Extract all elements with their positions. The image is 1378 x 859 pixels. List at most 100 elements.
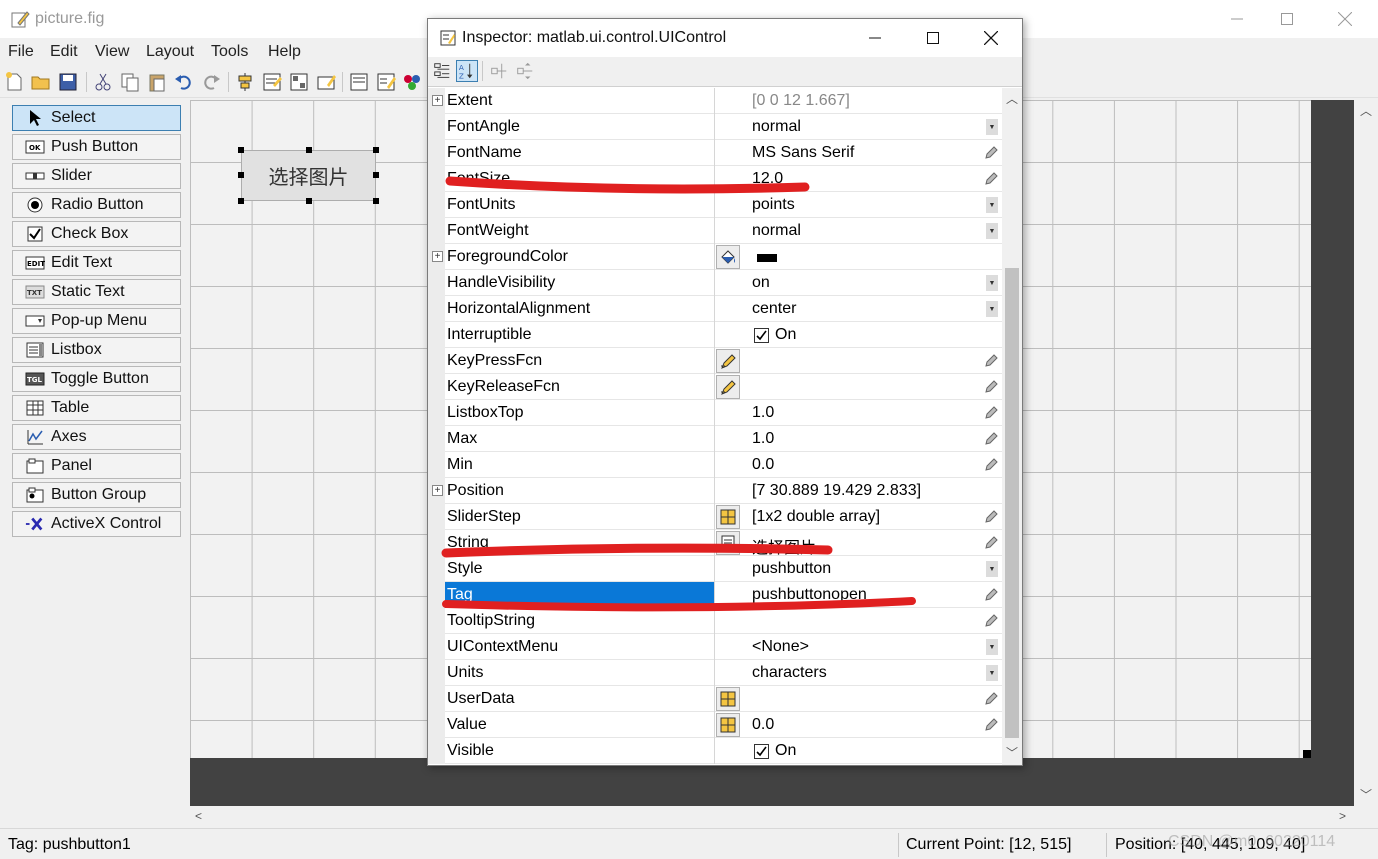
menu-editor-icon[interactable]	[261, 71, 283, 93]
property-row-fontsize[interactable]: FontSize 12.0	[428, 166, 1002, 192]
property-value[interactable]: [0 0 12 1.667]	[752, 92, 982, 110]
palette-check-box[interactable]: Check Box	[12, 221, 181, 247]
selection-handle[interactable]	[306, 147, 312, 153]
palette-button-group[interactable]: Button Group	[12, 482, 181, 508]
scroll-right-icon[interactable]: >	[1339, 809, 1346, 823]
callback-pencil-icon[interactable]	[716, 349, 740, 373]
selection-handle[interactable]	[306, 198, 312, 204]
property-row-extent[interactable]: + Extent [0 0 12 1.667]	[428, 88, 1002, 114]
palette-panel[interactable]: Panel	[12, 453, 181, 479]
palette-listbox[interactable]: Listbox	[12, 337, 181, 363]
property-value[interactable]: center	[752, 300, 982, 318]
open-folder-icon[interactable]	[30, 71, 52, 93]
dropdown-arrow-icon[interactable]: ▼	[986, 275, 998, 291]
property-value[interactable]: 1.0	[752, 404, 982, 422]
menu-view[interactable]: View	[95, 43, 129, 61]
canvas-push-button[interactable]: 选择图片	[241, 150, 376, 201]
property-row-style[interactable]: Style pushbutton ▼	[428, 556, 1002, 582]
inspector-minimize-button[interactable]	[852, 19, 898, 57]
toolbar-editor-icon[interactable]	[315, 71, 337, 93]
menu-edit[interactable]: Edit	[50, 43, 78, 61]
palette-static-text[interactable]: TXT Static Text	[12, 279, 181, 305]
scroll-down-icon[interactable]: ﹀	[1360, 786, 1372, 803]
edit-pencil-icon[interactable]	[985, 146, 998, 159]
property-row-max[interactable]: Max 1.0	[428, 426, 1002, 452]
property-row-min[interactable]: Min 0.0	[428, 452, 1002, 478]
scroll-up-icon[interactable]: ︿	[1006, 90, 1018, 107]
palette-edit-text[interactable]: EDIT Edit Text	[12, 250, 181, 276]
property-row-fontunits[interactable]: FontUnits points ▼	[428, 192, 1002, 218]
property-row-keyreleasefcn[interactable]: KeyReleaseFcn	[428, 374, 1002, 400]
property-checkbox[interactable]	[754, 328, 769, 343]
copy-icon[interactable]	[119, 71, 141, 93]
edit-pencil-icon[interactable]	[985, 380, 998, 393]
new-file-icon[interactable]	[3, 71, 25, 93]
editor-icon[interactable]	[348, 71, 370, 93]
property-value[interactable]: pushbuttonopen	[752, 586, 982, 604]
selection-handle[interactable]	[373, 198, 379, 204]
property-row-horizontalalignment[interactable]: HorizontalAlignment center ▼	[428, 296, 1002, 322]
selection-handle[interactable]	[373, 147, 379, 153]
undo-icon[interactable]	[173, 71, 195, 93]
cut-icon[interactable]	[92, 71, 114, 93]
tab-order-editor-icon[interactable]	[288, 71, 310, 93]
align-objects-icon[interactable]	[234, 71, 256, 93]
scroll-up-icon[interactable]: ︿	[1360, 102, 1372, 119]
property-value[interactable]: MS Sans Serif	[752, 144, 982, 162]
edit-pencil-icon[interactable]	[985, 354, 998, 367]
property-row-fontname[interactable]: FontName MS Sans Serif	[428, 140, 1002, 166]
property-value[interactable]: [1x2 double array]	[752, 508, 982, 526]
expand-plus-icon[interactable]: +	[432, 251, 443, 262]
selection-handle[interactable]	[238, 198, 244, 204]
edit-pencil-icon[interactable]	[985, 172, 998, 185]
property-value[interactable]: characters	[752, 664, 982, 682]
palette-axes[interactable]: Axes	[12, 424, 181, 450]
dropdown-arrow-icon[interactable]: ▼	[986, 639, 998, 655]
scroll-left-icon[interactable]: <	[195, 809, 202, 823]
property-row-keypressfcn[interactable]: KeyPressFcn	[428, 348, 1002, 374]
edit-pencil-icon[interactable]	[985, 510, 998, 523]
palette-table[interactable]: Table	[12, 395, 181, 421]
property-row-sliderstep[interactable]: SliderStep [1x2 double array]	[428, 504, 1002, 530]
property-row-string[interactable]: String 选择图片	[428, 530, 1002, 557]
sort-alphabetical-icon[interactable]: AZ	[456, 60, 478, 82]
menu-help[interactable]: Help	[268, 43, 301, 61]
menu-layout[interactable]: Layout	[146, 43, 194, 61]
paint-bucket-icon[interactable]	[716, 245, 740, 269]
dropdown-arrow-icon[interactable]: ▼	[986, 665, 998, 681]
expand-plus-icon[interactable]: +	[432, 485, 443, 496]
dropdown-arrow-icon[interactable]: ▼	[986, 301, 998, 317]
property-row-visible[interactable]: Visible On	[428, 738, 1002, 764]
close-button[interactable]	[1322, 0, 1368, 38]
dropdown-arrow-icon[interactable]: ▼	[986, 197, 998, 213]
minimize-button[interactable]	[1214, 0, 1260, 38]
palette-push-button[interactable]: OK Push Button	[12, 134, 181, 160]
property-row-position[interactable]: + Position [7 30.889 19.429 2.833]	[428, 478, 1002, 504]
palette-pop-up-menu[interactable]: Pop-up Menu	[12, 308, 181, 334]
property-value[interactable]: normal	[752, 118, 982, 136]
property-checkbox[interactable]	[754, 744, 769, 759]
vertical-scrollbar[interactable]: ︿ ﹀	[1354, 100, 1378, 806]
text-doc-icon[interactable]	[716, 531, 740, 555]
paste-icon[interactable]	[146, 71, 168, 93]
inspector-maximize-button[interactable]	[910, 19, 956, 57]
property-row-interruptible[interactable]: Interruptible On	[428, 322, 1002, 348]
selection-handle[interactable]	[373, 172, 379, 178]
edit-pencil-icon[interactable]	[985, 432, 998, 445]
palette-activex-control[interactable]: ActiveX Control	[12, 511, 181, 537]
array-grid-icon[interactable]	[716, 687, 740, 711]
edit-pencil-icon[interactable]	[985, 614, 998, 627]
edit-pencil-icon[interactable]	[985, 718, 998, 731]
property-value[interactable]: points	[752, 196, 982, 214]
selection-handle[interactable]	[238, 147, 244, 153]
save-icon[interactable]	[57, 71, 79, 93]
horizontal-scrollbar[interactable]: < >	[190, 806, 1354, 828]
edit-pencil-icon[interactable]	[985, 458, 998, 471]
property-row-uicontextmenu[interactable]: UIContextMenu <None> ▼	[428, 634, 1002, 660]
callback-pencil-icon[interactable]	[716, 375, 740, 399]
property-row-userdata[interactable]: UserData	[428, 686, 1002, 712]
palette-slider[interactable]: Slider	[12, 163, 181, 189]
categorize-icon[interactable]	[431, 60, 453, 82]
scroll-thumb[interactable]	[1005, 268, 1019, 738]
menu-file[interactable]: File	[8, 43, 34, 61]
